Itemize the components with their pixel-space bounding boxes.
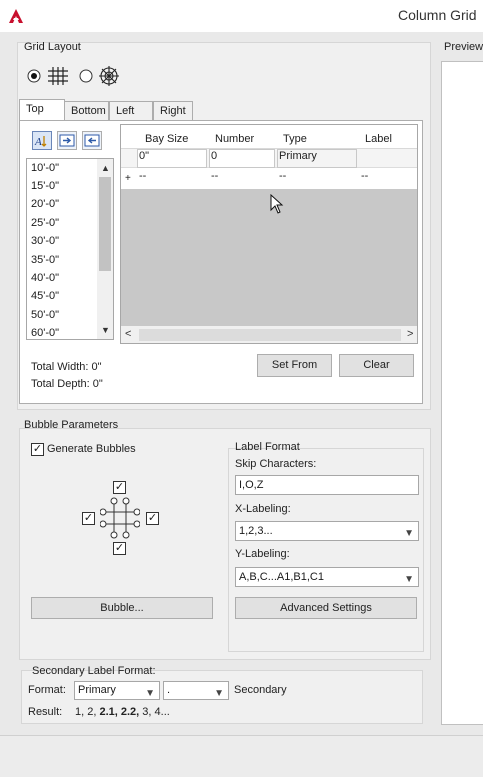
number-cell[interactable]: [209, 149, 275, 168]
column-header-type[interactable]: Type: [283, 133, 307, 145]
label-format-label: Label Format: [235, 441, 300, 453]
separator-value: .: [167, 684, 171, 696]
column-header-bay-size[interactable]: Bay Size: [145, 133, 188, 145]
set-from-button[interactable]: Set From: [257, 354, 332, 377]
tab-right[interactable]: Right: [153, 101, 193, 121]
format-label: Format:: [28, 684, 66, 696]
row2-number: --: [211, 170, 219, 182]
column-header-label[interactable]: Label: [365, 133, 392, 145]
list-item[interactable]: 15'-0": [31, 180, 59, 192]
x-labeling-label: X-Labeling:: [235, 503, 291, 515]
secondary-label-format-label: Secondary Label Format:: [32, 665, 156, 677]
scroll-down-icon[interactable]: ▼: [101, 325, 110, 335]
radio-selected-icon[interactable]: [27, 69, 41, 83]
scroll-left-icon[interactable]: <: [125, 328, 131, 340]
bubble-button[interactable]: Bubble...: [31, 597, 213, 619]
autocad-logo-icon: [9, 9, 23, 23]
bubble-grid-diagram-icon: [100, 497, 140, 539]
chevron-down-icon: ▼: [404, 574, 414, 585]
total-width-text: Total Width: 0": [31, 361, 102, 373]
bubble-parameters-label: Bubble Parameters: [24, 419, 119, 431]
new-row-marker: +: [125, 173, 131, 184]
row2-label: --: [361, 170, 369, 182]
scroll-right-icon[interactable]: >: [407, 328, 413, 340]
scroll-thumb[interactable]: [99, 177, 111, 271]
spacing-list[interactable]: 10'-0" 15'-0" 20'-0" 25'-0" 30'-0" 35'-0…: [26, 158, 114, 340]
preview-label: Preview: [444, 41, 483, 53]
dialog-footer: [0, 735, 483, 777]
row1-number: 0: [211, 150, 218, 162]
secondary-text: Secondary: [234, 684, 287, 696]
chevron-down-icon: ▼: [214, 688, 224, 699]
generate-bubbles-label: Generate Bubbles: [47, 443, 136, 455]
result-bold: 2.1, 2.2,: [99, 706, 140, 718]
chevron-down-icon: ▼: [404, 528, 414, 539]
tab-bottom[interactable]: Bottom: [64, 101, 109, 121]
radio-unselected-icon[interactable]: [79, 69, 93, 83]
hscroll-thumb[interactable]: [139, 329, 401, 341]
row2-type: --: [279, 170, 287, 182]
row2-bay-size: --: [139, 170, 147, 182]
table-row-new[interactable]: [121, 169, 417, 188]
list-item[interactable]: 25'-0": [31, 217, 59, 229]
list-item[interactable]: 45'-0": [31, 290, 59, 302]
grid-table[interactable]: Bay Size Number Type Label 0" 0 Primary …: [120, 124, 418, 344]
bubble-top-checkbox[interactable]: ✓: [113, 481, 126, 494]
bubble-bottom-checkbox[interactable]: ✓: [113, 542, 126, 555]
bubble-left-checkbox[interactable]: ✓: [82, 512, 95, 525]
preview-canvas: [441, 61, 483, 725]
format-select[interactable]: Primary ▼: [74, 681, 160, 700]
list-item[interactable]: 10'-0": [31, 162, 59, 174]
row1-bay-size: 0": [139, 150, 150, 162]
total-depth-text: Total Depth: 0": [31, 378, 103, 390]
table-hscrollbar[interactable]: < >: [121, 326, 417, 343]
skip-characters-input[interactable]: I,O,Z: [235, 475, 419, 495]
svg-text:A: A: [34, 136, 42, 148]
x-labeling-select[interactable]: 1,2,3... ▼: [235, 521, 419, 541]
format-value: Primary: [78, 684, 116, 696]
mouse-cursor-icon: [270, 194, 284, 214]
list-item[interactable]: 35'-0": [31, 254, 59, 266]
column-header-number[interactable]: Number: [215, 133, 254, 145]
separator-select[interactable]: . ▼: [163, 681, 229, 700]
rectangular-grid-icon[interactable]: [47, 66, 69, 86]
clear-button[interactable]: Clear: [339, 354, 414, 377]
result-value: 1, 2, 2.1, 2.2, 3, 4...: [75, 706, 170, 718]
list-item[interactable]: 50'-0": [31, 309, 59, 321]
sort-icon[interactable]: A: [32, 131, 52, 150]
list-item[interactable]: 30'-0": [31, 235, 59, 247]
generate-bubbles-checkbox[interactable]: ✓: [31, 443, 44, 456]
delete-row-icon[interactable]: [82, 131, 102, 150]
radial-grid-icon[interactable]: [97, 65, 121, 87]
y-labeling-select[interactable]: A,B,C...A1,B1,C1 ▼: [235, 567, 419, 587]
advanced-settings-button[interactable]: Advanced Settings: [235, 597, 417, 619]
skip-characters-label: Skip Characters:: [235, 458, 317, 470]
tab-top[interactable]: Top: [19, 99, 65, 121]
bubble-right-checkbox[interactable]: ✓: [146, 512, 159, 525]
result-label: Result:: [28, 706, 63, 718]
scroll-up-icon[interactable]: ▲: [101, 163, 110, 173]
x-labeling-value: 1,2,3...: [239, 525, 273, 537]
list-item[interactable]: 60'-0": [31, 327, 59, 339]
insert-row-icon[interactable]: [57, 131, 77, 150]
tab-left[interactable]: Left: [109, 101, 153, 121]
list-item[interactable]: 20'-0": [31, 198, 59, 210]
row1-type: Primary: [279, 150, 317, 162]
window-title: Column Grid: [398, 7, 477, 23]
result-plain-end: 3, 4...: [142, 706, 170, 718]
y-labeling-value: A,B,C...A1,B1,C1: [239, 571, 324, 583]
list-item[interactable]: 40'-0": [31, 272, 59, 284]
list-scrollbar[interactable]: ▲ ▼: [97, 159, 113, 339]
result-plain-start: 1, 2,: [75, 706, 97, 718]
chevron-down-icon: ▼: [145, 688, 155, 699]
y-labeling-label: Y-Labeling:: [235, 548, 290, 560]
grid-layout-label: Grid Layout: [24, 41, 81, 53]
